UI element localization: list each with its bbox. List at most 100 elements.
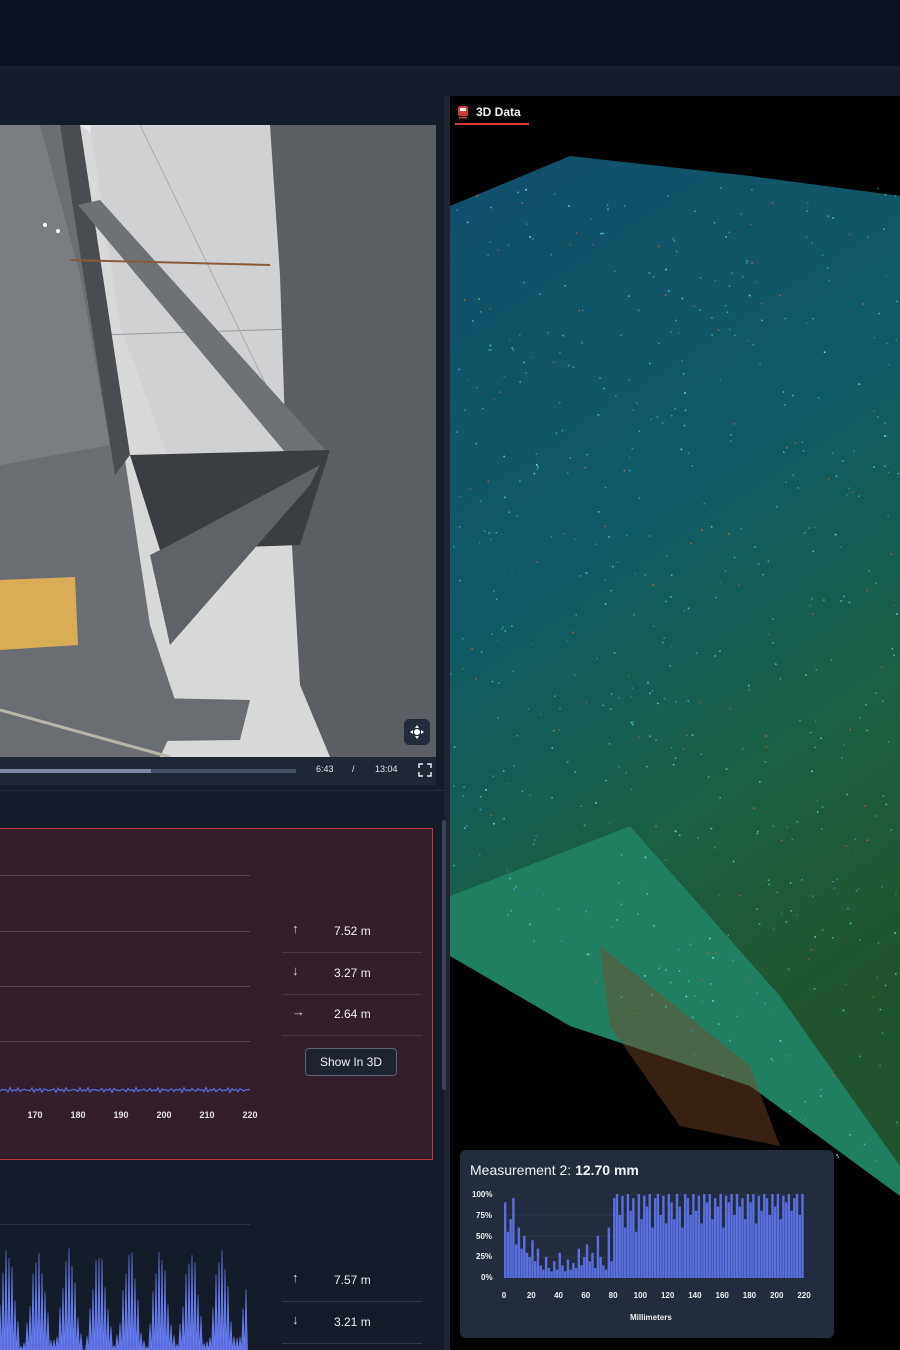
point — [551, 747, 554, 749]
show-in-3d-button[interactable]: Show In 3D — [305, 1048, 397, 1076]
camera-video[interactable] — [0, 125, 436, 757]
histogram-bar — [610, 1261, 613, 1278]
point — [567, 205, 570, 207]
point — [780, 839, 783, 842]
point — [533, 940, 535, 943]
point — [821, 806, 824, 808]
point — [623, 205, 626, 207]
point — [456, 431, 458, 433]
point — [804, 1118, 807, 1120]
point — [719, 650, 721, 652]
point — [636, 1012, 639, 1014]
histogram-bar — [547, 1267, 551, 1278]
point — [682, 373, 685, 375]
point — [714, 280, 717, 282]
point — [475, 677, 477, 680]
point — [525, 223, 528, 225]
point — [701, 528, 703, 531]
seek-bar[interactable] — [0, 769, 296, 773]
point — [884, 465, 886, 467]
point — [873, 410, 876, 412]
point — [661, 422, 664, 424]
point — [817, 397, 820, 399]
point — [897, 472, 900, 475]
point — [843, 744, 845, 746]
point — [729, 707, 731, 710]
point — [631, 687, 634, 689]
x-tick: 180 — [70, 1110, 86, 1120]
point — [896, 1121, 898, 1124]
point — [516, 734, 519, 737]
point — [691, 1016, 694, 1019]
point — [597, 414, 600, 416]
point — [635, 402, 638, 405]
point — [629, 456, 631, 459]
point — [820, 1088, 822, 1091]
histogram-bar — [564, 1271, 567, 1278]
point — [599, 377, 601, 379]
point — [550, 253, 553, 256]
point — [675, 250, 678, 253]
point — [883, 228, 885, 230]
histogram-bar — [703, 1194, 706, 1278]
point — [719, 378, 722, 381]
point — [694, 210, 696, 213]
histogram-bar — [506, 1231, 510, 1278]
point — [491, 633, 493, 635]
fullscreen-icon[interactable] — [418, 763, 432, 777]
point — [531, 356, 534, 359]
view-mode-button[interactable] — [404, 719, 430, 745]
histogram-bar — [673, 1219, 676, 1278]
histogram-bar — [727, 1202, 731, 1278]
point — [553, 193, 556, 195]
point — [848, 233, 851, 235]
point — [581, 342, 583, 344]
point — [631, 723, 634, 726]
point — [485, 789, 487, 791]
point — [525, 372, 528, 374]
point — [670, 981, 672, 984]
point — [894, 195, 897, 197]
point — [670, 414, 673, 417]
point — [790, 910, 792, 912]
point — [674, 757, 677, 759]
point — [859, 1055, 861, 1058]
point — [707, 776, 710, 778]
point — [751, 262, 753, 264]
histogram-bar — [787, 1194, 791, 1278]
point — [462, 795, 465, 797]
stat-max-height-2: ↑ 7.57 m — [282, 1260, 422, 1302]
point — [718, 329, 720, 331]
point — [728, 231, 730, 234]
point — [523, 281, 525, 284]
point — [794, 442, 796, 444]
point — [868, 570, 870, 572]
point — [772, 618, 774, 620]
point — [650, 994, 653, 996]
point — [558, 908, 560, 910]
point — [697, 837, 699, 839]
point — [499, 391, 501, 393]
point — [630, 721, 633, 724]
histogram-bar — [765, 1198, 769, 1278]
histogram-bar — [558, 1252, 561, 1278]
histogram-bar — [714, 1198, 717, 1278]
point — [564, 285, 566, 287]
point — [463, 786, 465, 788]
point — [767, 879, 770, 881]
histogram-bar — [760, 1210, 763, 1278]
point — [607, 208, 609, 211]
point — [649, 692, 651, 694]
point — [684, 409, 687, 412]
point — [574, 674, 576, 677]
point — [613, 652, 616, 654]
point — [503, 817, 505, 820]
point — [732, 959, 735, 962]
point — [815, 668, 818, 671]
point — [479, 854, 481, 856]
point — [566, 472, 569, 474]
tab-3d-data[interactable]: 3D Data — [456, 100, 521, 124]
point — [507, 244, 510, 246]
scrollbar-thumb[interactable] — [442, 820, 446, 1090]
point — [620, 334, 622, 337]
